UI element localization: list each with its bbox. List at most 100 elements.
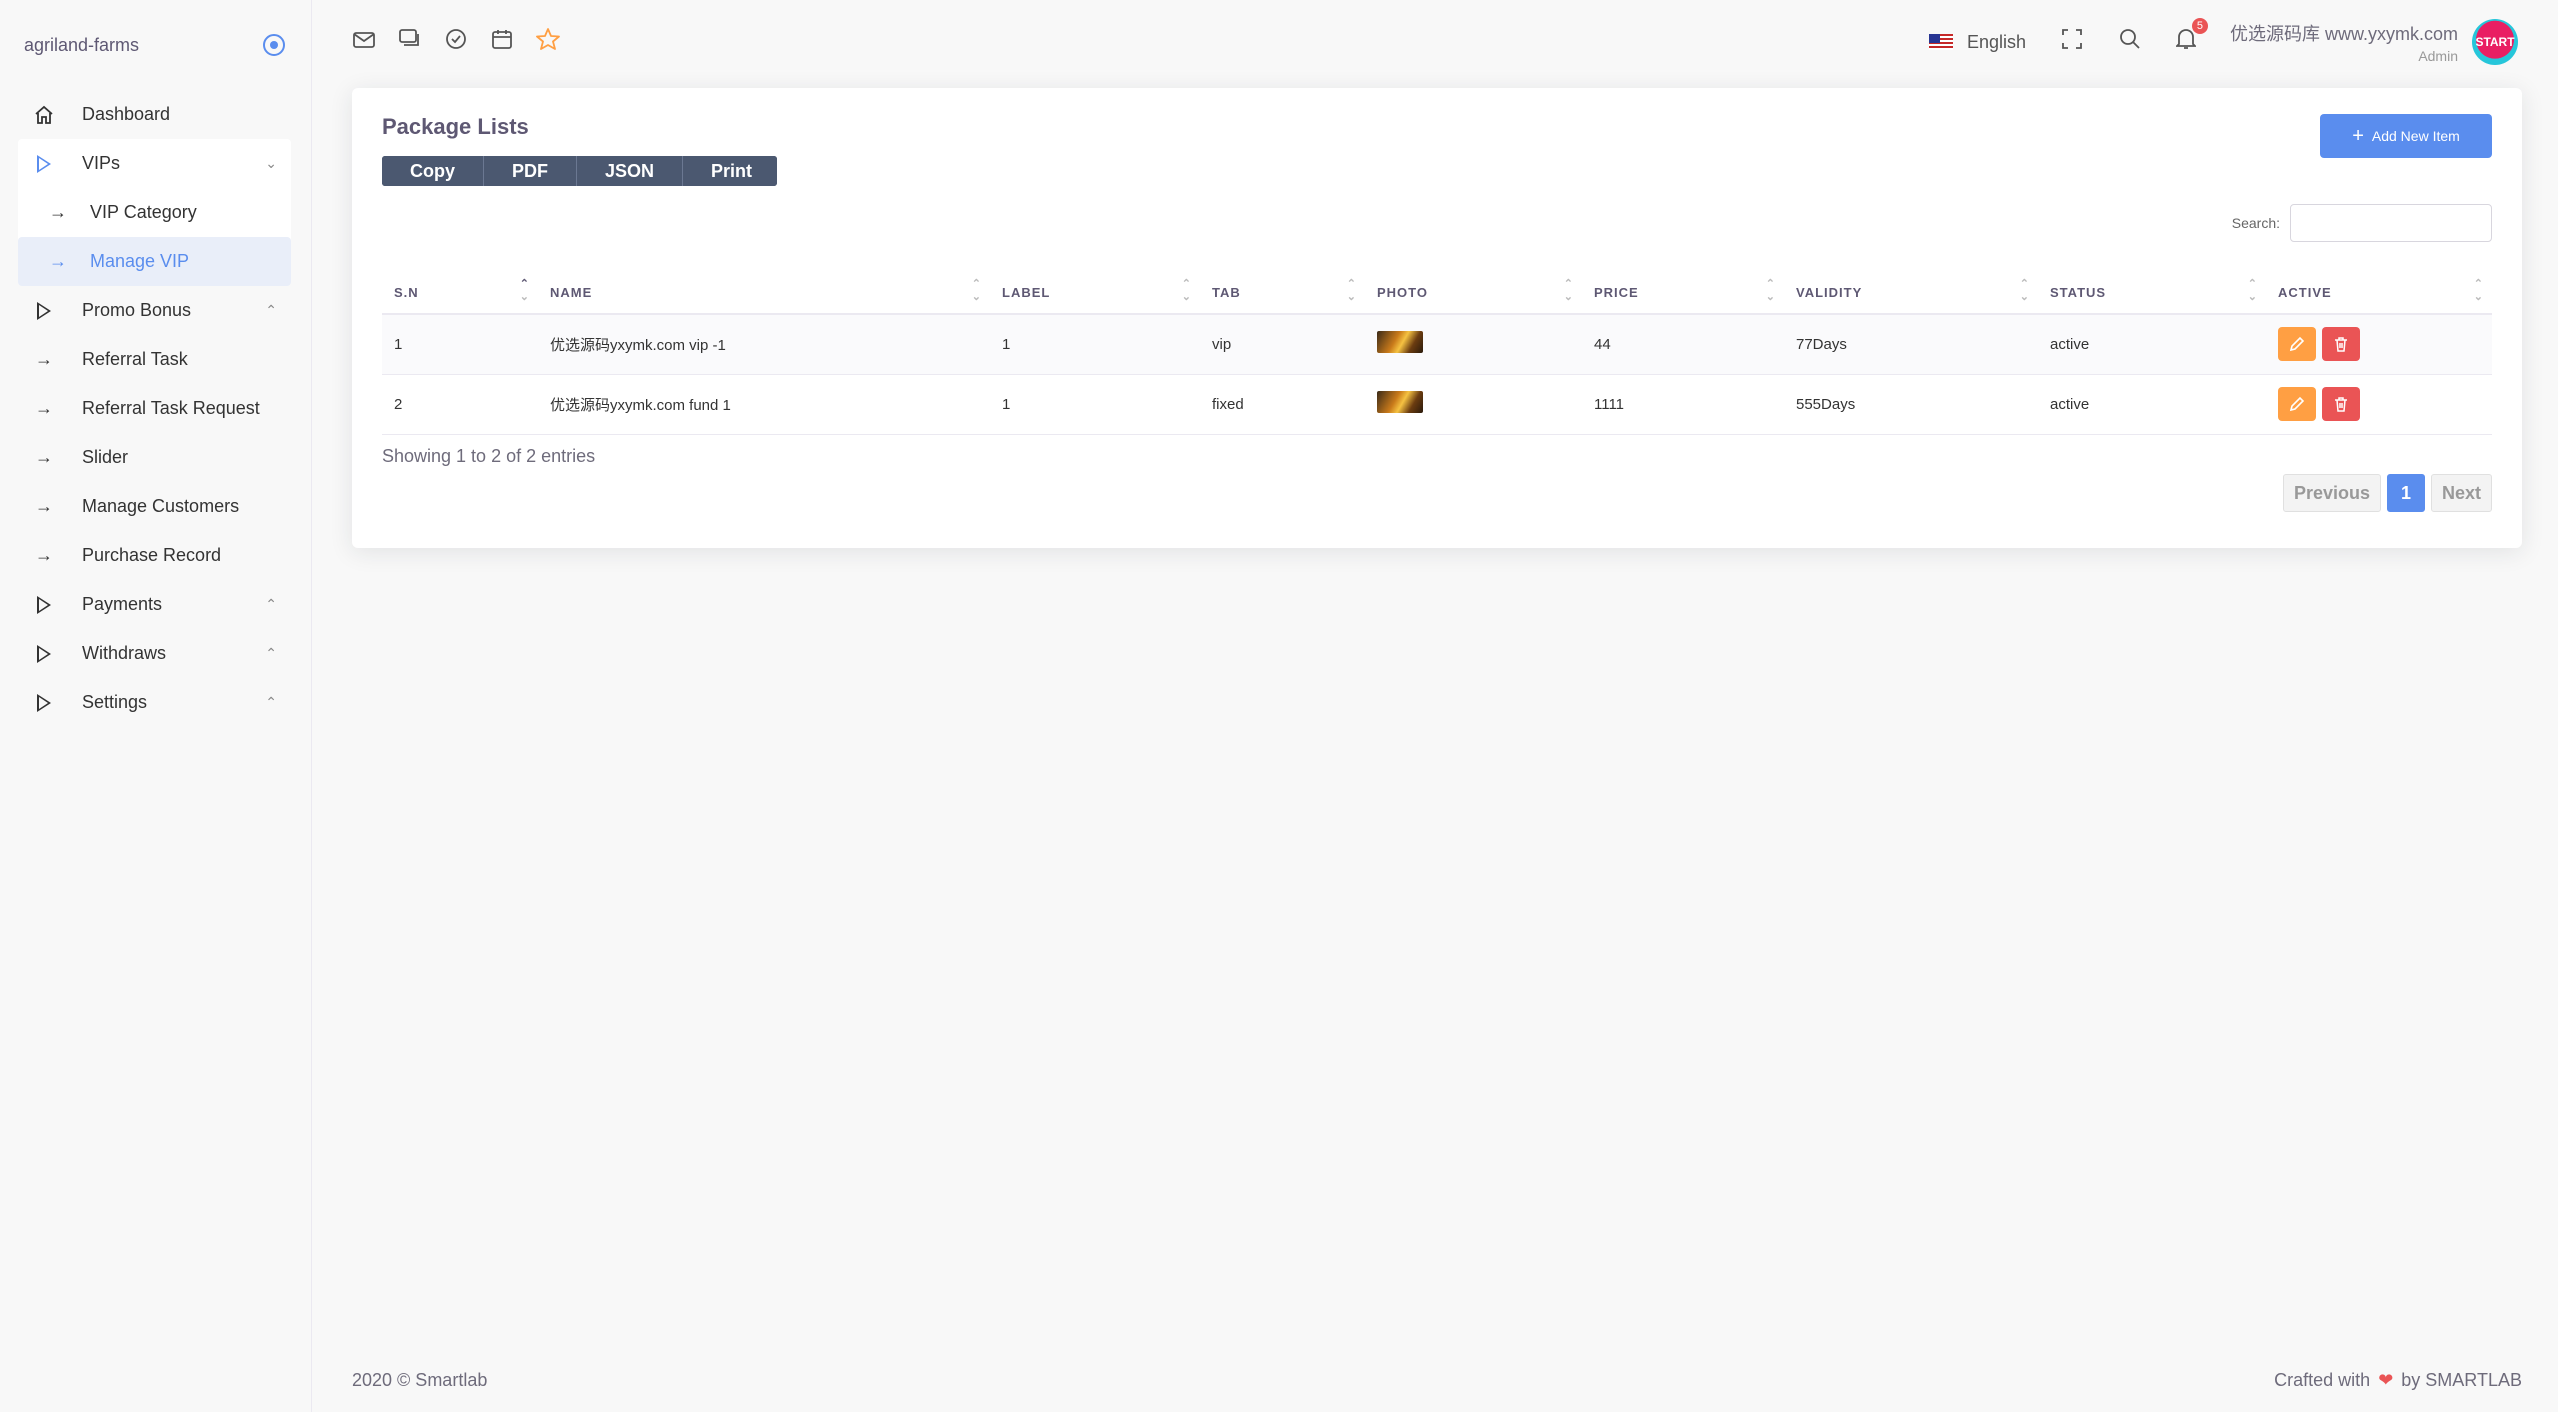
package-list-card: Package Lists Copy PDF JSON Print + Add … bbox=[352, 88, 2522, 548]
cell-price: 44 bbox=[1582, 314, 1784, 375]
column-header-validity[interactable]: VALIDITY ⌃ ⌄ bbox=[1784, 272, 2038, 315]
cell-photo bbox=[1365, 314, 1582, 375]
sidebar-item-referral-task-request[interactable]: → Referral Task Request bbox=[18, 384, 291, 433]
plus-icon: + bbox=[2352, 125, 2364, 147]
play-icon bbox=[32, 301, 56, 320]
search-input[interactable] bbox=[2290, 204, 2492, 242]
column-header-status[interactable]: STATUS ⌃ ⌄ bbox=[2038, 272, 2266, 315]
language-label: English bbox=[1966, 31, 2026, 52]
previous-page-button[interactable]: Previous bbox=[2282, 474, 2381, 512]
sidebar-item-label: Dashboard bbox=[82, 104, 171, 124]
user-role: Admin bbox=[2418, 48, 2458, 64]
notification-bell[interactable]: 5 bbox=[2174, 18, 2208, 56]
cell-validity: 555Days bbox=[1784, 374, 2038, 435]
cell-status: active bbox=[2038, 314, 2266, 375]
package-photo[interactable] bbox=[1377, 391, 1423, 413]
sidebar-item-vip-category[interactable]: → VIP Category bbox=[18, 188, 291, 237]
sidebar-item-payments[interactable]: Payments ⌃ bbox=[18, 580, 291, 629]
chat-icon[interactable] bbox=[398, 29, 422, 55]
package-photo[interactable] bbox=[1377, 331, 1423, 354]
sidebar-item-label: Slider bbox=[82, 447, 129, 467]
cell-name: 优选源码yxymk.com vip -1 bbox=[538, 314, 990, 375]
brand-name[interactable]: agriland-farms bbox=[24, 35, 139, 56]
column-header-name[interactable]: NAME ⌃ ⌄ bbox=[538, 272, 990, 315]
column-header-tab[interactable]: TAB ⌃ ⌄ bbox=[1200, 272, 1365, 315]
mail-icon[interactable] bbox=[352, 29, 376, 55]
sidebar-item-withdraws[interactable]: Withdraws ⌃ bbox=[18, 629, 291, 678]
delete-button[interactable] bbox=[2322, 327, 2360, 362]
sidebar-item-purchase-record[interactable]: → Purchase Record bbox=[18, 531, 291, 580]
play-icon bbox=[32, 644, 56, 663]
pagination: Previous 1 Next bbox=[2282, 474, 2492, 512]
heart-icon: ❤ bbox=[2378, 1370, 2394, 1390]
star-icon[interactable] bbox=[536, 28, 560, 56]
next-page-button[interactable]: Next bbox=[2430, 474, 2492, 512]
sort-icon: ⌃ ⌄ bbox=[1181, 278, 1192, 303]
search-label: Search: bbox=[2231, 215, 2280, 231]
table-search: Search: bbox=[2232, 204, 2492, 242]
cell-photo bbox=[1365, 374, 1582, 435]
add-button-label: Add New Item bbox=[2371, 128, 2460, 144]
chevron-up-icon: ⌃ bbox=[265, 302, 277, 318]
sidebar-item-label: VIPs bbox=[82, 153, 121, 173]
column-header-sn[interactable]: S.N ⌃ ⌄ bbox=[382, 272, 538, 315]
trash-icon bbox=[2335, 397, 2347, 412]
brand: agriland-farms bbox=[0, 0, 311, 90]
fullscreen-icon[interactable] bbox=[2060, 29, 2084, 55]
sort-icon: ⌃ ⌄ bbox=[1346, 278, 1357, 303]
language-selector[interactable]: English bbox=[1928, 31, 2026, 53]
footer-copyright: 2020 © Smartlab bbox=[352, 1370, 488, 1390]
column-header-label[interactable]: LABEL ⌃ ⌄ bbox=[990, 272, 1200, 315]
json-button[interactable]: JSON bbox=[577, 156, 684, 186]
delete-button[interactable] bbox=[2322, 387, 2360, 421]
sort-icon: ⌃ ⌄ bbox=[1765, 278, 1776, 303]
sidebar-item-vips[interactable]: VIPs ⌄ bbox=[18, 139, 291, 188]
arrow-right-icon: → bbox=[35, 349, 53, 369]
us-flag-icon bbox=[1928, 34, 1953, 50]
cell-label: 1 bbox=[990, 374, 1200, 435]
pencil-icon bbox=[2289, 396, 2305, 412]
edit-button[interactable] bbox=[2278, 387, 2316, 421]
print-button[interactable]: Print bbox=[683, 156, 778, 186]
play-icon bbox=[32, 595, 56, 614]
sidebar-item-promo-bonus[interactable]: Promo Bonus ⌃ bbox=[18, 286, 291, 335]
sidebar-nav: Dashboard VIPs ⌄ → VIP Category → Manage… bbox=[0, 90, 311, 727]
sidebar-item-label: Withdraws bbox=[82, 643, 167, 663]
bell-icon bbox=[2174, 29, 2198, 49]
arrow-right-icon: → bbox=[35, 447, 53, 467]
play-icon bbox=[32, 154, 56, 173]
sidebar-item-dashboard[interactable]: Dashboard bbox=[18, 90, 291, 139]
edit-button[interactable] bbox=[2278, 327, 2316, 362]
cell-actions bbox=[2266, 374, 2492, 435]
search-icon[interactable] bbox=[2118, 28, 2142, 56]
sidebar-item-label: VIP Category bbox=[90, 202, 197, 222]
sidebar-item-manage-vip[interactable]: → Manage VIP bbox=[18, 237, 291, 286]
page-1-button[interactable]: 1 bbox=[2386, 474, 2425, 512]
footer-credit-prefix: Crafted with bbox=[2274, 1370, 2371, 1390]
pdf-button[interactable]: PDF bbox=[484, 156, 577, 186]
arrow-right-icon: → bbox=[35, 496, 53, 516]
calendar-icon[interactable] bbox=[490, 28, 514, 56]
sidebar-item-referral-task[interactable]: → Referral Task bbox=[18, 335, 291, 384]
cell-validity: 77Days bbox=[1784, 314, 2038, 375]
play-icon bbox=[32, 693, 56, 712]
cell-name: 优选源码yxymk.com fund 1 bbox=[538, 374, 990, 435]
sidebar-item-slider[interactable]: → Slider bbox=[18, 433, 291, 482]
user-menu[interactable]: 优选源码库 www.yxymk.com Admin START bbox=[2230, 19, 2518, 65]
sidebar-item-label: Manage VIP bbox=[90, 251, 190, 271]
sidebar-item-manage-customers[interactable]: → Manage Customers bbox=[18, 482, 291, 531]
sidebar-item-settings[interactable]: Settings ⌃ bbox=[18, 678, 291, 727]
add-new-item-button[interactable]: + Add New Item bbox=[2320, 114, 2492, 158]
user-name: 优选源码库 www.yxymk.com bbox=[2229, 24, 2458, 44]
copy-button[interactable]: Copy bbox=[382, 156, 484, 186]
column-header-photo[interactable]: PHOTO ⌃ ⌄ bbox=[1365, 272, 1582, 315]
sidebar-toggle-icon[interactable] bbox=[263, 34, 285, 56]
sidebar-item-label: Purchase Record bbox=[82, 545, 222, 565]
column-header-active[interactable]: ACTIVE ⌃ ⌄ bbox=[2266, 272, 2492, 315]
arrow-right-icon: → bbox=[49, 202, 67, 222]
arrow-right-icon: → bbox=[35, 398, 53, 418]
avatar[interactable]: START bbox=[2472, 19, 2518, 65]
column-header-price[interactable]: PRICE ⌃ ⌄ bbox=[1582, 272, 1784, 315]
check-circle-icon[interactable] bbox=[444, 28, 468, 56]
sort-icon: ⌃ ⌄ bbox=[2019, 278, 2030, 303]
